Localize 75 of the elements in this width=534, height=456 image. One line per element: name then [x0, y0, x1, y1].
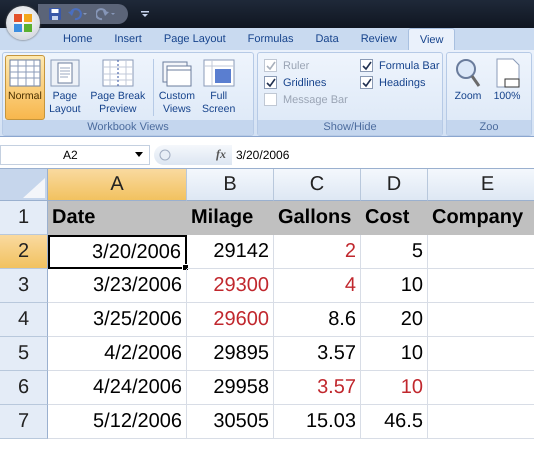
- row-header[interactable]: 2: [0, 235, 48, 269]
- row-header[interactable]: 5: [0, 337, 48, 371]
- name-box[interactable]: A2: [0, 144, 150, 164]
- table-cell: 3.57: [274, 371, 361, 405]
- page-icon: [48, 58, 81, 88]
- table-cell: 5: [361, 235, 428, 269]
- page-break-icon: [102, 58, 134, 88]
- table-cell: 20: [361, 303, 428, 337]
- table-cell: 29958: [187, 371, 274, 405]
- table-cell: 10: [361, 337, 428, 371]
- table-cell: 29895: [187, 337, 274, 371]
- ribbon-tab[interactable]: Data: [304, 28, 350, 50]
- table-cell: 4/24/2006: [48, 371, 187, 405]
- row-header[interactable]: 3: [0, 269, 48, 303]
- table-cell: 30505: [187, 405, 274, 439]
- ribbon-button[interactable]: Page Layout: [46, 55, 84, 120]
- table-cell: 5/12/2006: [48, 405, 187, 439]
- ribbon-button[interactable]: Custom Views: [156, 55, 198, 120]
- table-cell: 15.03: [274, 405, 361, 439]
- group-label: Workbook Views: [3, 120, 253, 135]
- table-cell: 46.5: [361, 405, 428, 439]
- table-cell: 29600: [187, 303, 274, 337]
- function-icon[interactable]: fx: [216, 147, 226, 162]
- table-cell: 10: [361, 269, 428, 303]
- table-cell: 29300: [187, 269, 274, 303]
- formula-field[interactable]: 3/20/2006: [236, 148, 534, 162]
- table-cell: Company: [428, 201, 534, 235]
- ribbon-tab[interactable]: Formulas: [236, 28, 304, 50]
- checkbox-option[interactable]: Headings: [360, 76, 444, 89]
- ribbon-tab[interactable]: Insert: [103, 28, 153, 50]
- checkbox-option[interactable]: Formula Bar: [360, 59, 444, 72]
- group-label: Show/Hide: [258, 120, 442, 135]
- table-cell: 10: [361, 371, 428, 405]
- table-cell: 2: [274, 235, 361, 269]
- column-header[interactable]: C: [274, 169, 361, 201]
- grid-sheet-icon: [8, 58, 41, 88]
- ribbon-button[interactable]: Full Screen: [199, 55, 238, 120]
- table-cell: 29142: [187, 235, 274, 269]
- ribbon-button[interactable]: Page Break Preview: [84, 55, 151, 120]
- row-header[interactable]: 7: [0, 405, 48, 439]
- column-header[interactable]: D: [361, 169, 428, 201]
- undo-icon[interactable]: [68, 7, 90, 21]
- table-cell: 3.57: [274, 337, 361, 371]
- table-cell: Gallons: [274, 201, 361, 235]
- table-cell: 3/23/2006: [48, 269, 187, 303]
- ribbon-tab[interactable]: Page Layout: [152, 28, 237, 50]
- office-logo: [12, 12, 34, 34]
- column-header[interactable]: E: [428, 169, 534, 201]
- customize-icon[interactable]: [140, 9, 150, 19]
- ribbon-button[interactable]: 100%: [488, 55, 526, 120]
- group-label: Zoo: [447, 120, 531, 135]
- checkbox-option[interactable]: Gridlines: [264, 76, 360, 89]
- table-cell: 8.6: [274, 303, 361, 337]
- ribbon-tab[interactable]: Home: [52, 28, 104, 50]
- expand-handle-icon[interactable]: [158, 148, 172, 162]
- row-header[interactable]: 4: [0, 303, 48, 337]
- full-screen-icon: [202, 58, 235, 88]
- table-cell: 3/25/2006: [48, 303, 187, 337]
- redo-icon[interactable]: [96, 7, 118, 21]
- table-cell: Date: [48, 201, 187, 235]
- ribbon-tab[interactable]: Review: [350, 28, 408, 50]
- ribbon-button[interactable]: Normal: [5, 55, 45, 120]
- column-header[interactable]: A: [48, 169, 187, 201]
- table-cell: 4/2/2006: [48, 337, 187, 371]
- column-header[interactable]: B: [187, 169, 274, 201]
- table-cell: Cost: [361, 201, 428, 235]
- row-header[interactable]: 6: [0, 371, 48, 405]
- ribbon-tab[interactable]: View: [408, 28, 456, 50]
- save-icon[interactable]: [48, 7, 62, 21]
- table-cell: 4: [274, 269, 361, 303]
- table-cell: 3/20/2006: [48, 235, 187, 269]
- row-header[interactable]: 1: [0, 201, 48, 235]
- table-cell: Milage: [187, 201, 274, 235]
- ribbon-button[interactable]: Zoom: [449, 55, 487, 120]
- select-all-button[interactable]: [0, 169, 48, 201]
